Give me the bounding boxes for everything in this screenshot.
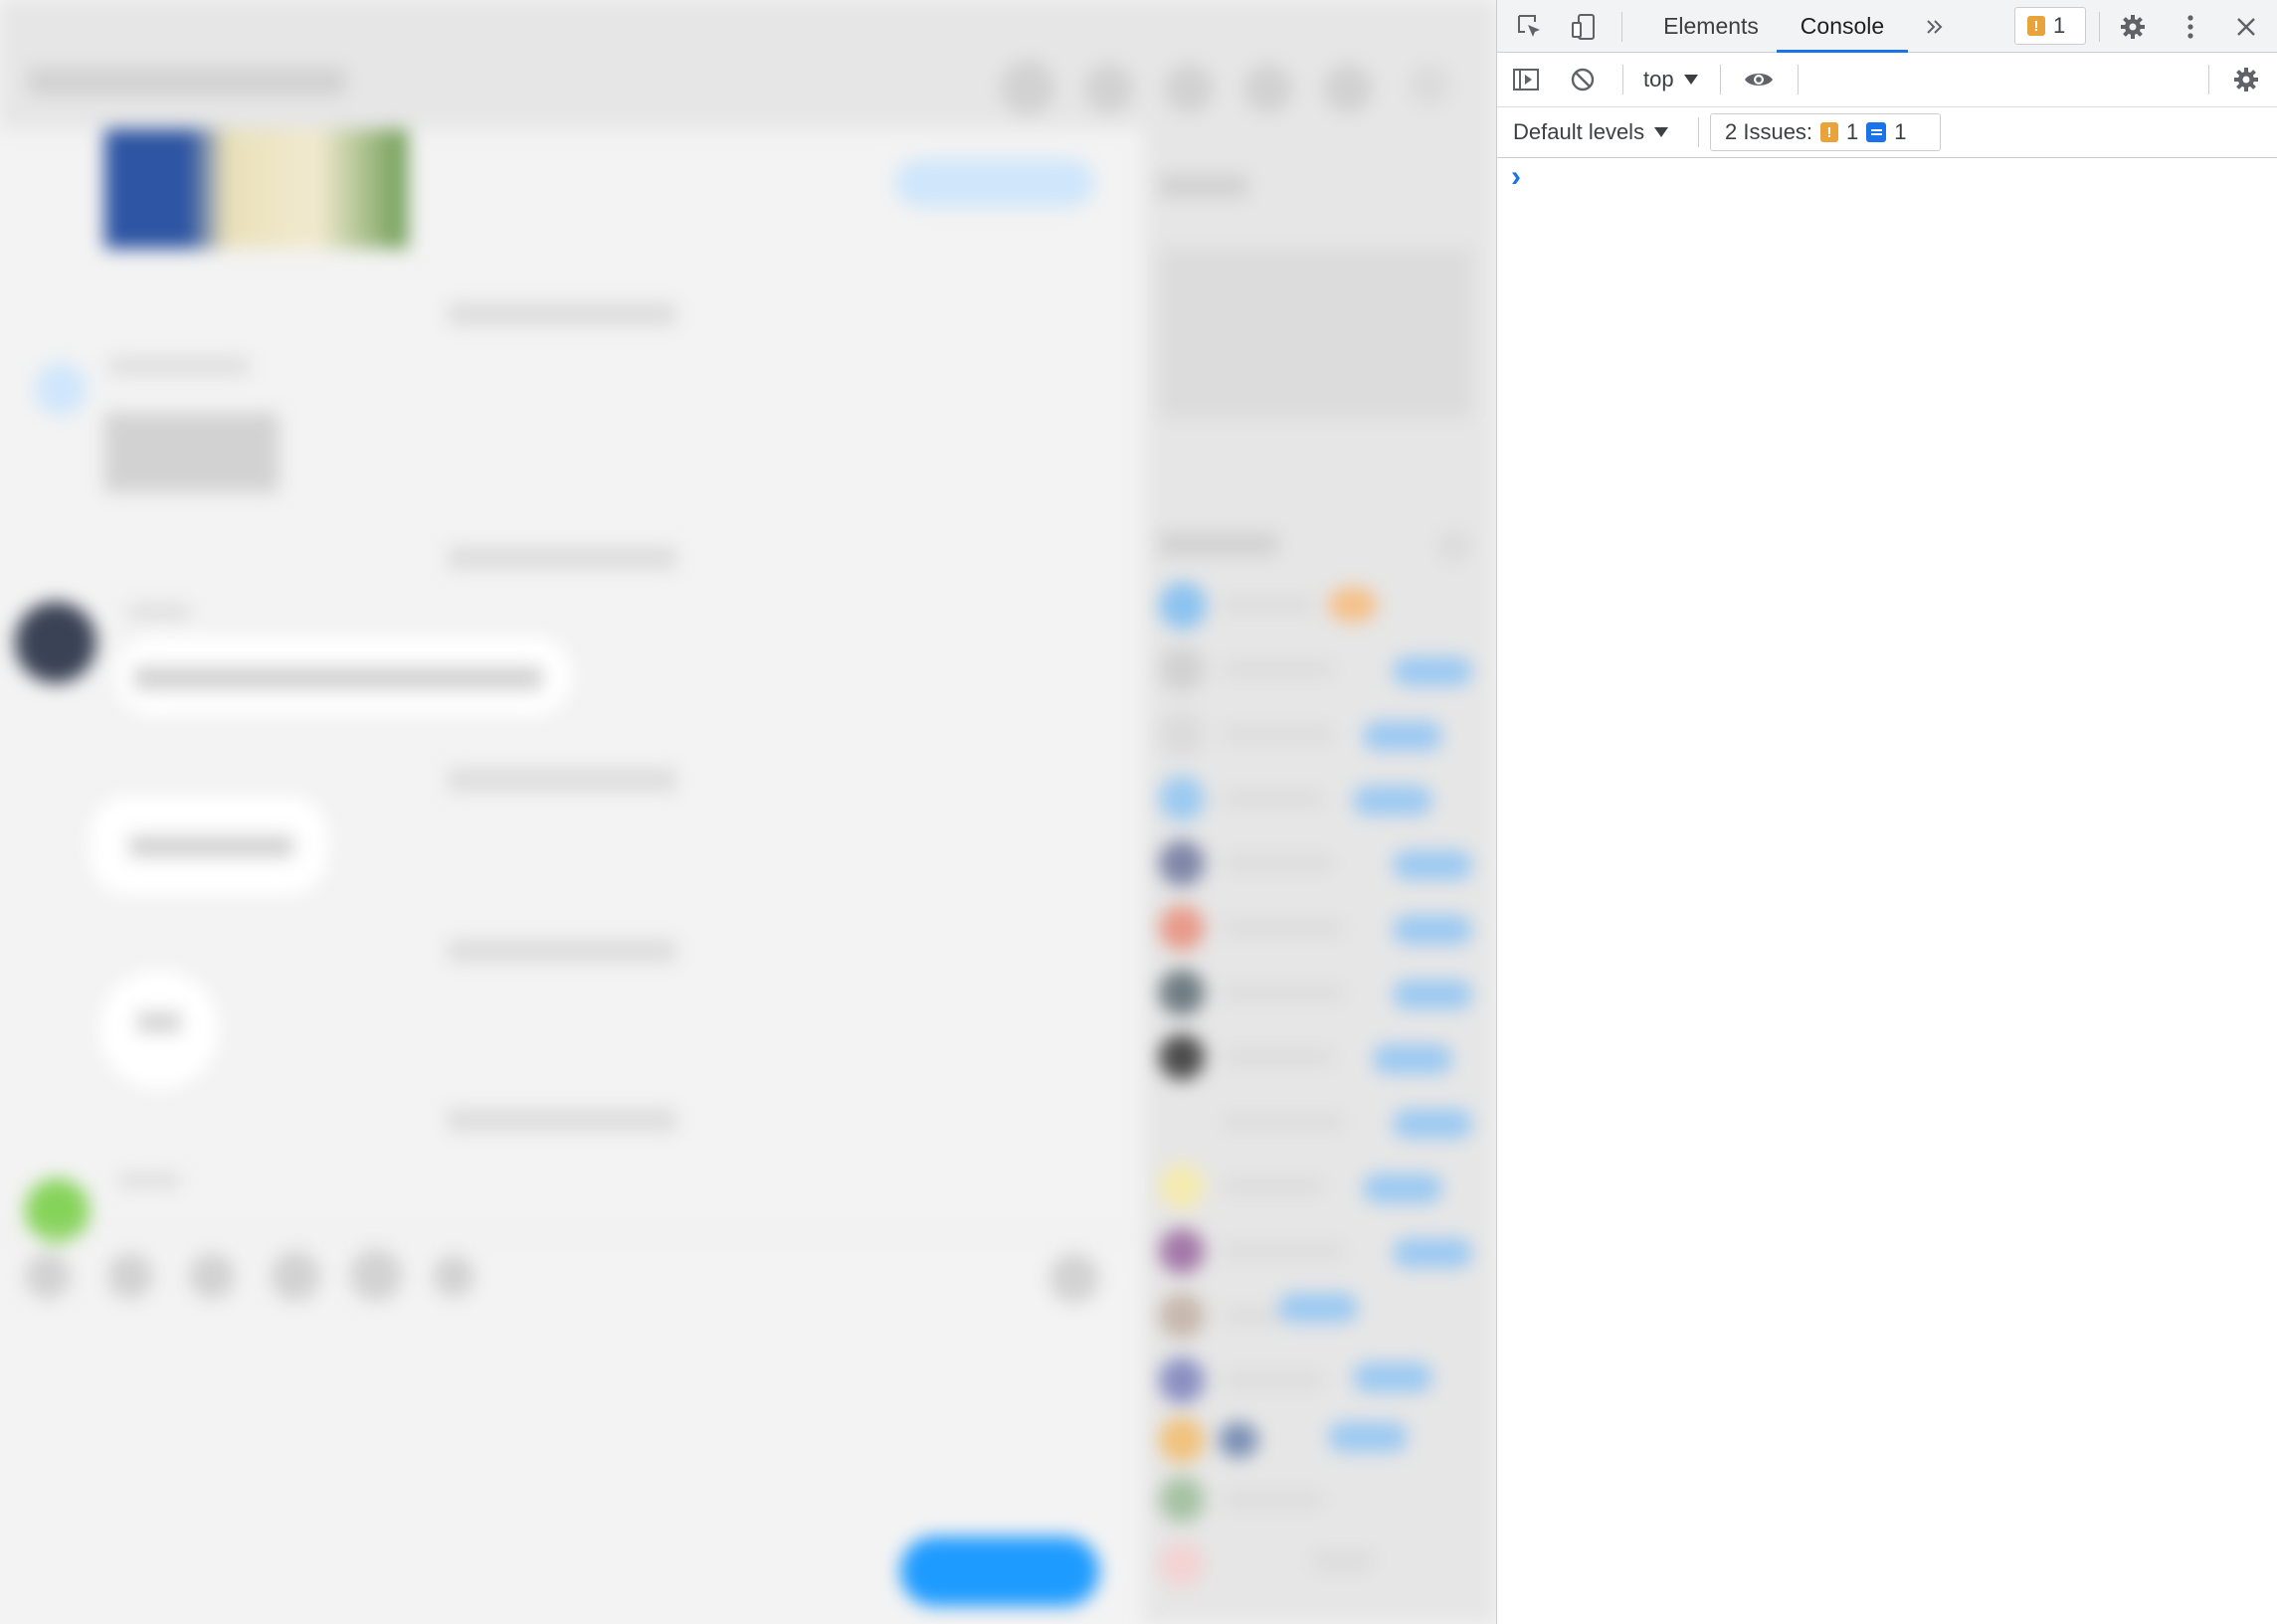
blurred-web-page — [0, 0, 1496, 1624]
console-levels-bar: Default levels 2 Issues: ! 1 1 — [1497, 107, 2277, 158]
tab-elements[interactable]: Elements — [1636, 0, 1786, 53]
more-tabs-icon[interactable] — [1918, 10, 1952, 44]
tab-console-label: Console — [1800, 13, 1885, 39]
devtools-panel: Elements Console ! 1 top Filter Default … — [1496, 0, 2277, 1624]
device-toggle-icon[interactable] — [1567, 10, 1601, 44]
issues-warning-count: 1 — [1846, 119, 1859, 144]
warning-icon: ! — [2027, 16, 2045, 36]
eye-icon[interactable] — [1741, 63, 1777, 96]
toolbar-separator — [2208, 65, 2209, 94]
console-output[interactable]: › — [1497, 158, 2277, 1624]
default-levels-label: Default levels — [1513, 119, 1645, 144]
issues-button[interactable]: 2 Issues: ! 1 1 — [1710, 113, 1941, 151]
console-toolbar: top — [1497, 53, 2277, 153]
issues-info-count: 1 — [1894, 119, 1907, 144]
devtools-tab-bar: Elements Console ! 1 — [1497, 0, 2277, 53]
tab-console[interactable]: Console — [1777, 0, 1908, 53]
levels-separator — [1698, 117, 1699, 147]
inspect-element-icon[interactable] — [1513, 10, 1547, 44]
dropdown-arrow-icon — [1654, 127, 1669, 137]
console-prompt: › — [1511, 160, 1521, 193]
kebab-menu-icon[interactable] — [2174, 10, 2207, 44]
tab-elements-label: Elements — [1663, 13, 1759, 39]
browser-window: Elements Console ! 1 top Filter Default … — [0, 0, 2277, 1624]
issues-label: 2 Issues: — [1725, 119, 1813, 144]
tab-separator — [2099, 12, 2100, 42]
dropdown-arrow-icon — [1683, 75, 1698, 85]
console-settings-icon[interactable] — [2229, 63, 2263, 96]
info-message-icon — [1866, 122, 1887, 142]
warnings-count: 1 — [2053, 13, 2066, 38]
toolbar-separator — [1720, 65, 1721, 94]
warning-icon: ! — [1820, 122, 1839, 142]
warnings-badge-button[interactable]: ! 1 — [2014, 7, 2086, 45]
tab-separator — [1621, 12, 1622, 42]
default-levels-dropdown[interactable]: Default levels — [1507, 113, 1686, 151]
clear-console-icon[interactable] — [1566, 63, 1600, 96]
sidebar-toggle-icon[interactable] — [1509, 63, 1543, 96]
context-selector[interactable]: top — [1631, 61, 1711, 98]
close-icon[interactable] — [2229, 10, 2263, 44]
toolbar-separator — [1798, 65, 1799, 94]
context-label: top — [1643, 67, 1674, 91]
toolbar-separator — [1622, 65, 1623, 94]
settings-icon[interactable] — [2116, 10, 2150, 44]
